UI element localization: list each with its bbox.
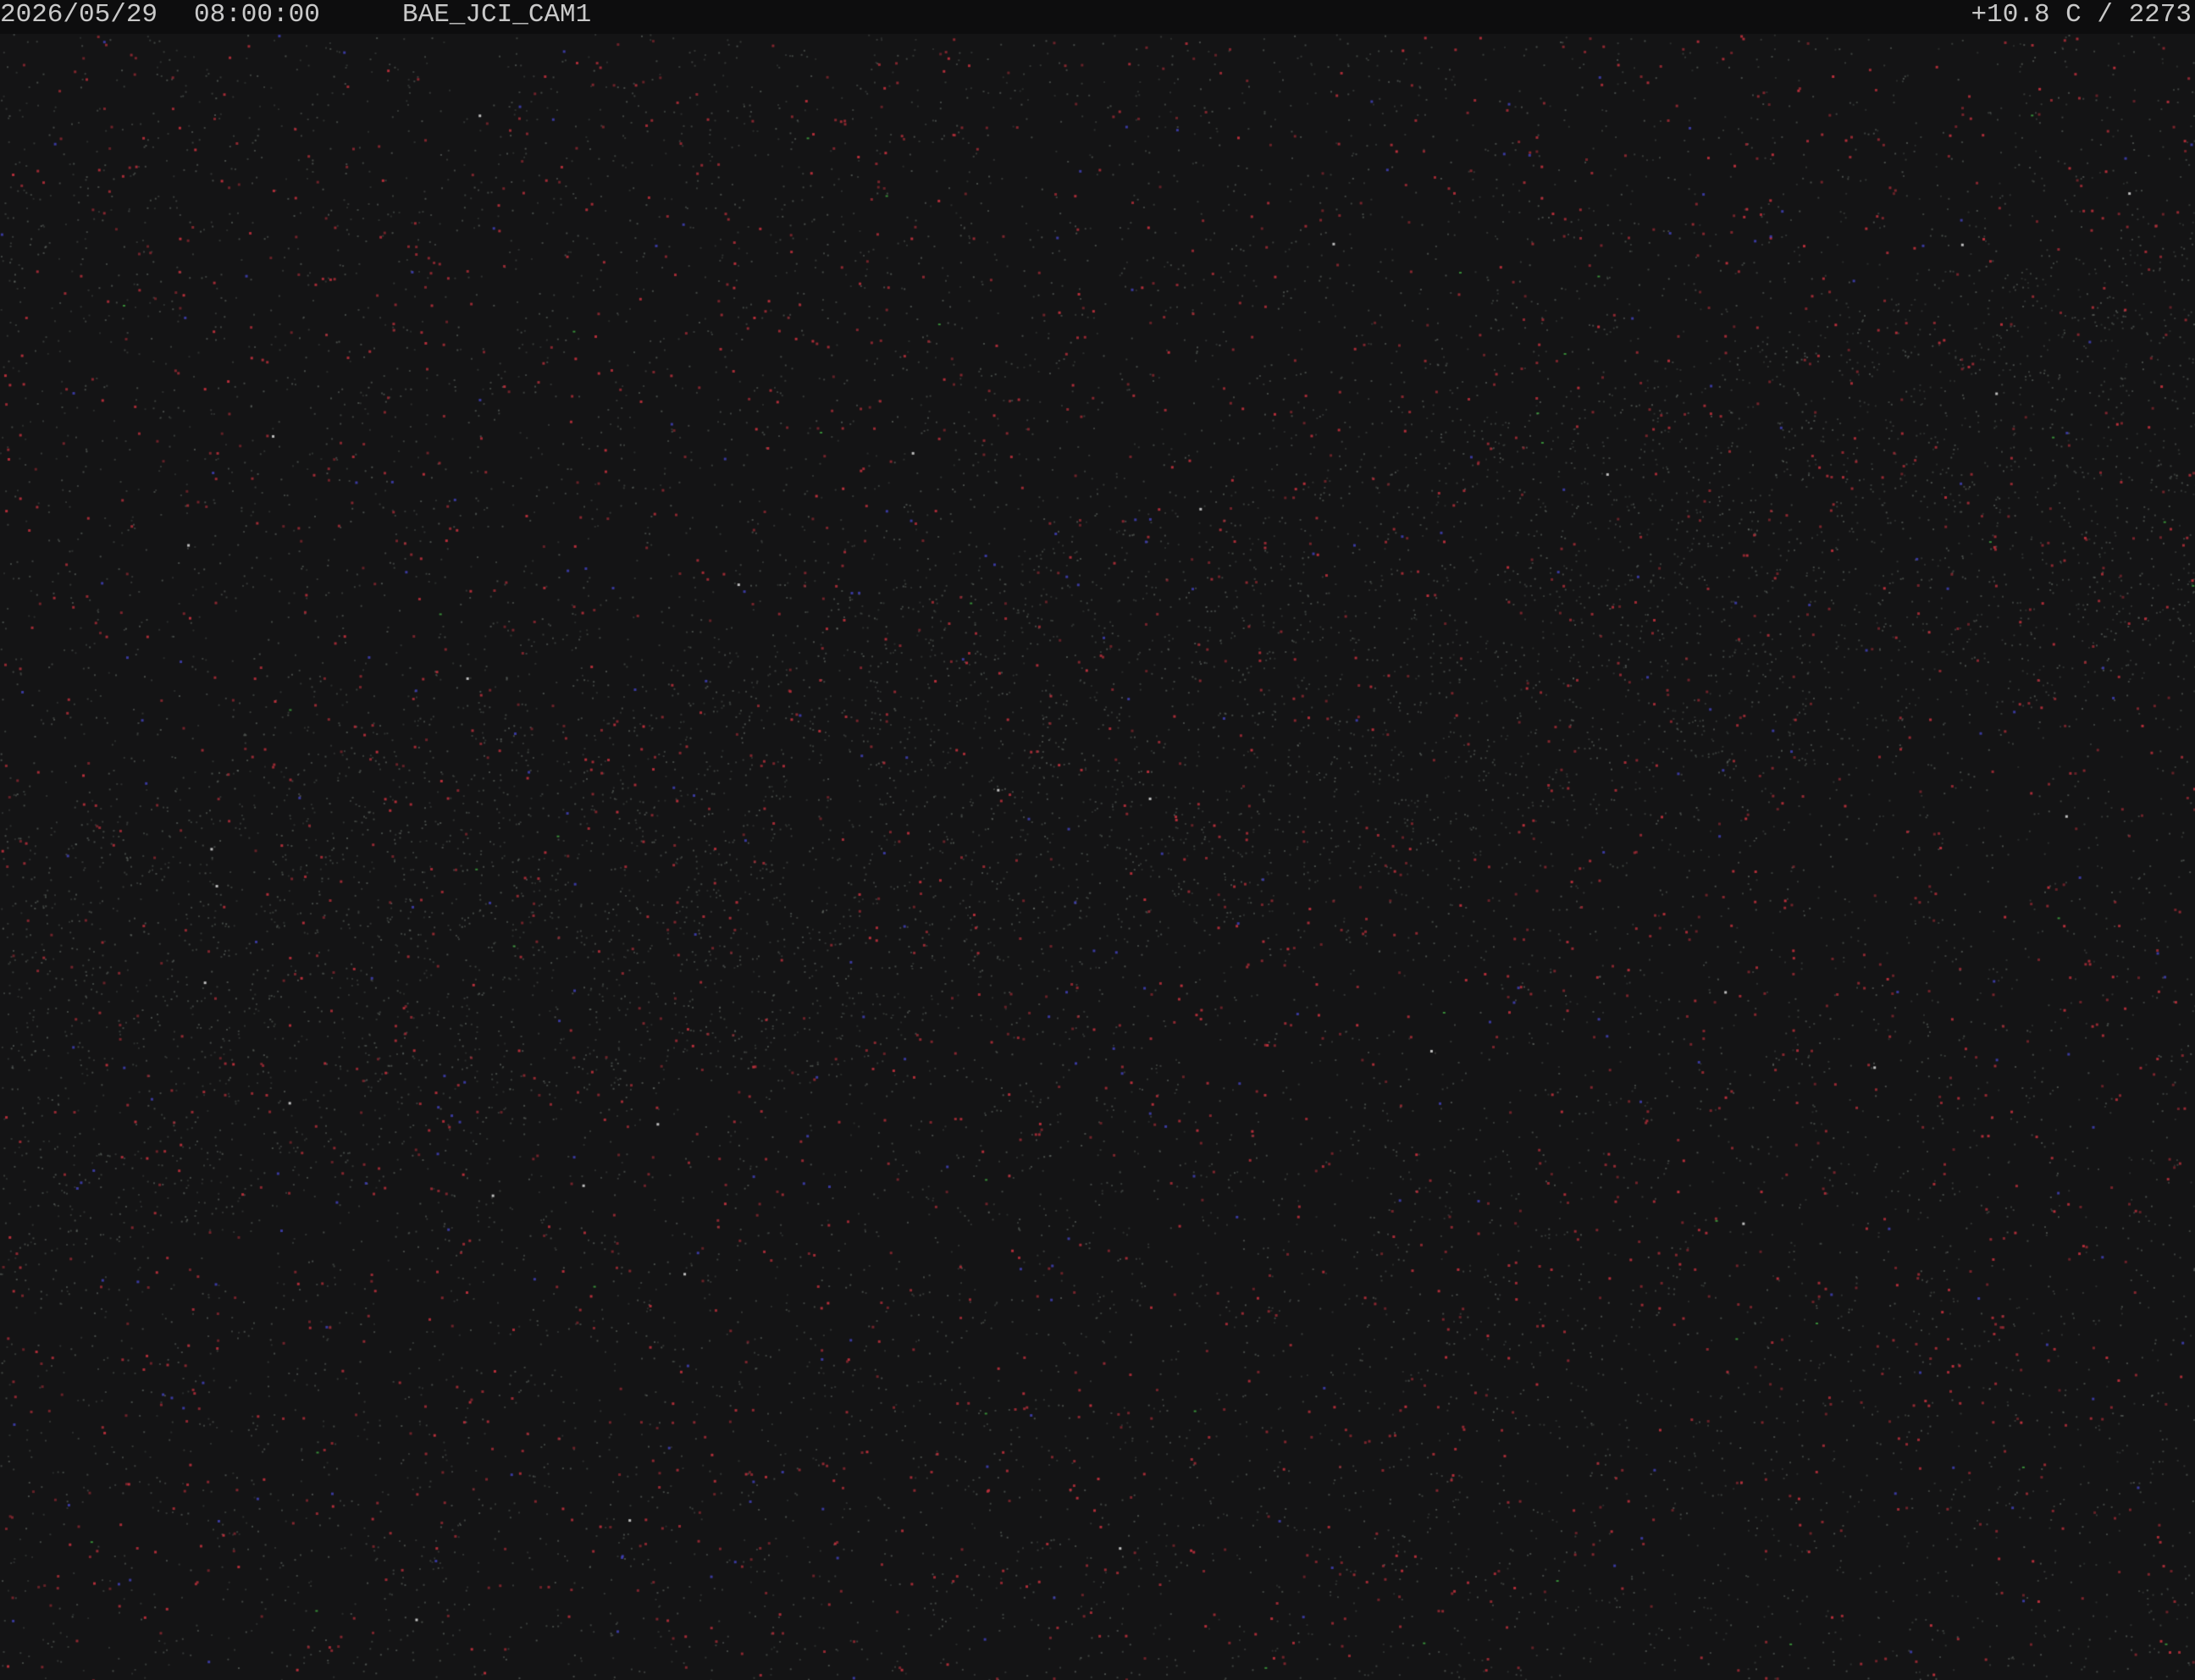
overlay-sensor-readout: +10.8 C / 2273 <box>1971 0 2192 30</box>
overlay-time: 08:00:00 <box>194 0 320 30</box>
timestamp-overlay-bar: 2026/05/29 08:00:00 BAE_JCI_CAM1 +10.8 C… <box>0 0 2195 34</box>
overlay-date: 2026/05/29 <box>0 0 158 30</box>
overlay-camera-id: BAE_JCI_CAM1 <box>402 0 592 30</box>
night-sky-image <box>0 34 2195 1680</box>
camera-frame: 2026/05/29 08:00:00 BAE_JCI_CAM1 +10.8 C… <box>0 0 2195 1680</box>
